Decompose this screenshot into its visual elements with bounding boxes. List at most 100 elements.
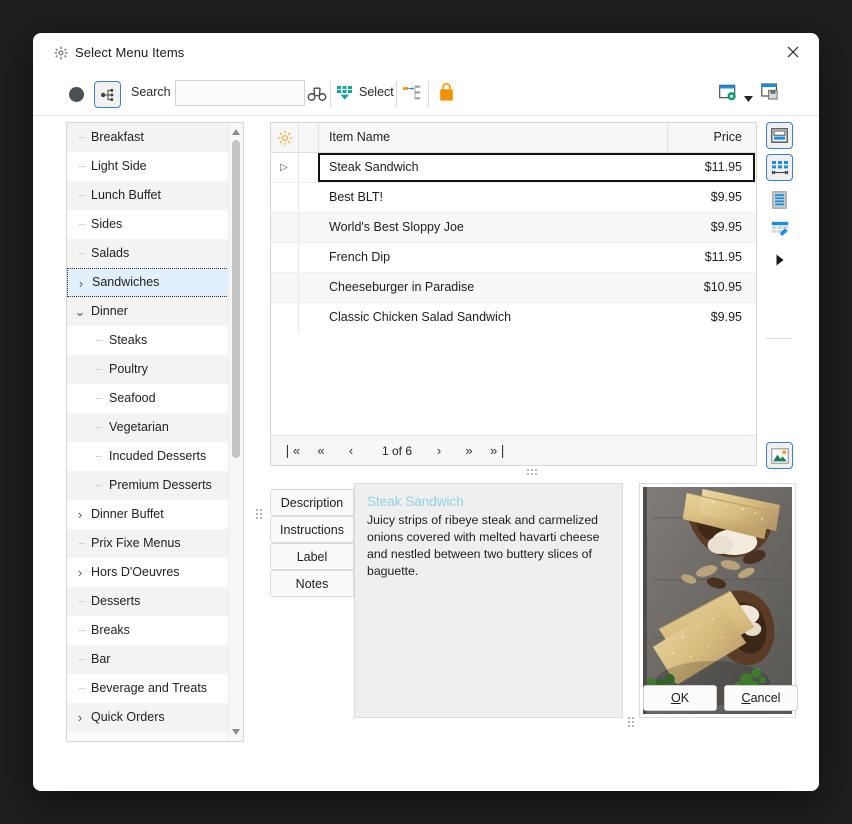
tree-item[interactable]: ⌄Dinner xyxy=(67,297,229,326)
tree-item[interactable]: Vegetarian xyxy=(67,413,229,442)
left-splitter-grip[interactable] xyxy=(256,509,262,519)
column-header-item-name[interactable]: Item Name xyxy=(329,130,390,144)
record-dot-icon[interactable] xyxy=(69,87,84,102)
grid-pager: ❘« « ‹ 1 of 6 › » »❘ xyxy=(271,435,756,465)
pager-prev-block-button[interactable]: « xyxy=(309,436,333,465)
layout-grid-view-button[interactable] xyxy=(766,154,793,181)
row-indicator-cell xyxy=(271,183,299,212)
tree-item-label: Seafood xyxy=(109,384,156,413)
pager-next-block-button[interactable]: » xyxy=(457,436,481,465)
tree-item-label: Light Side xyxy=(91,152,147,181)
ok-button[interactable]: OK xyxy=(643,685,717,711)
main-toolbar: Search Select xyxy=(33,73,819,116)
column-header-price[interactable]: Price xyxy=(714,130,742,144)
table-row[interactable]: Best BLT!$9.95 xyxy=(271,183,756,213)
select-menu-items-dialog: Select Menu Items Search xyxy=(33,33,819,791)
close-icon[interactable] xyxy=(775,37,811,67)
tab-notes[interactable]: Notes xyxy=(270,570,354,597)
chevron-down-icon[interactable]: ⌄ xyxy=(73,297,87,326)
window-settings-icon[interactable] xyxy=(719,84,739,103)
pager-next-button[interactable]: › xyxy=(427,436,451,465)
tree-item[interactable]: Steaks xyxy=(67,326,229,355)
chevron-right-icon[interactable]: › xyxy=(73,500,87,529)
tree-item[interactable]: Breaks xyxy=(67,616,229,645)
pager-last-button[interactable]: »❘ xyxy=(487,436,511,465)
chevron-down-icon[interactable] xyxy=(744,91,753,105)
menu-category-tree[interactable]: BreakfastLight SideLunch BuffetSidesSala… xyxy=(66,122,244,742)
cancel-button[interactable]: Cancel xyxy=(724,685,798,711)
tab-instructions[interactable]: Instructions xyxy=(270,516,354,543)
menu-category-tree-list: BreakfastLight SideLunch BuffetSidesSala… xyxy=(67,123,229,741)
pager-prev-button[interactable]: ‹ xyxy=(339,436,363,465)
detail-splitter-grip[interactable] xyxy=(628,717,634,727)
tree-item[interactable]: Sides xyxy=(67,210,229,239)
toolbar-separator xyxy=(396,81,397,107)
layout-list-view-button[interactable] xyxy=(766,186,793,213)
side-buttons-divider xyxy=(766,338,792,339)
tree-item-label: Quick Orders xyxy=(91,703,165,732)
hierarchy-icon[interactable] xyxy=(403,85,423,103)
tree-item-label: Breakfast xyxy=(91,123,144,152)
scroll-down-arrow-icon[interactable] xyxy=(229,725,243,739)
tree-item[interactable]: ›Hors D'Oeuvres xyxy=(67,558,229,587)
tree-item-label: Breaks xyxy=(91,616,130,645)
tree-connector xyxy=(96,369,102,370)
tree-item-label: Prix Fixe Menus xyxy=(91,529,181,558)
sun-icon xyxy=(277,130,293,146)
table-row[interactable]: ▷Steak Sandwich$11.95 xyxy=(271,153,756,183)
tab-description[interactable]: Description xyxy=(270,489,354,516)
grid-empty-area xyxy=(271,332,756,436)
binoculars-icon[interactable] xyxy=(305,83,329,105)
tree-connector xyxy=(79,630,85,631)
expand-side-panel-button[interactable] xyxy=(766,246,793,273)
tree-item[interactable]: Lunch Buffet xyxy=(67,181,229,210)
row-indicator-cell xyxy=(271,213,299,242)
chevron-right-icon[interactable]: › xyxy=(73,703,87,732)
table-row[interactable]: Classic Chicken Salad Sandwich$9.95 xyxy=(271,303,756,333)
tree-item[interactable]: Incuded Desserts xyxy=(67,442,229,471)
tree-item[interactable]: ›Quick Orders xyxy=(67,703,229,732)
tree-item[interactable]: Light Side xyxy=(67,152,229,181)
tree-item[interactable]: Desserts xyxy=(67,587,229,616)
tree-scrollbar[interactable] xyxy=(228,123,243,741)
tree-item[interactable]: Seafood xyxy=(67,384,229,413)
shopping-bag-icon[interactable] xyxy=(438,83,456,103)
chevron-right-icon[interactable]: › xyxy=(73,558,87,587)
tree-item[interactable]: Bar xyxy=(67,645,229,674)
row-indicator-cell xyxy=(271,243,299,272)
tree-connector xyxy=(79,137,85,138)
pager-first-button[interactable]: ❘« xyxy=(279,436,303,465)
tree-connector xyxy=(96,456,102,457)
tree-item[interactable]: Prix Fixe Menus xyxy=(67,529,229,558)
search-input[interactable] xyxy=(175,80,305,106)
tree-item[interactable]: Breakfast xyxy=(67,123,229,152)
table-row[interactable]: Cheeseburger in Paradise$10.95 xyxy=(271,273,756,303)
window-save-icon[interactable] xyxy=(761,83,781,103)
layout-single-view-button[interactable] xyxy=(766,122,793,149)
grid-splitter-grip[interactable] xyxy=(527,469,537,475)
tree-item[interactable]: ›Dinner Buffet xyxy=(67,500,229,529)
select-button-label[interactable]: Select xyxy=(359,85,394,99)
tree-connector xyxy=(79,601,85,602)
tree-item[interactable]: ›Sandwiches xyxy=(67,268,229,297)
tab-label[interactable]: Label xyxy=(270,543,354,570)
pager-position-label: 1 of 6 xyxy=(369,436,425,465)
gear-icon xyxy=(54,46,68,60)
table-row[interactable]: World's Best Sloppy Joe$9.95 xyxy=(271,213,756,243)
grid-customize-button[interactable] xyxy=(766,216,793,243)
chevron-right-icon[interactable]: › xyxy=(74,269,88,298)
tree-item[interactable]: Premium Desserts xyxy=(67,471,229,500)
tree-item[interactable]: Beverage and Treats xyxy=(67,674,229,703)
grid-rows-container: ▷Steak Sandwich$11.95Best BLT!$9.95World… xyxy=(271,153,756,333)
tree-item[interactable]: Salads xyxy=(67,239,229,268)
tree-scroll-thumb[interactable] xyxy=(232,140,240,458)
grid-filter-icon[interactable] xyxy=(336,84,356,104)
scroll-up-arrow-icon[interactable] xyxy=(229,125,243,139)
table-row[interactable]: French Dip$11.95 xyxy=(271,243,756,273)
show-image-button[interactable] xyxy=(766,442,793,469)
tree-item-label: Lunch Buffet xyxy=(91,181,161,210)
tree-item[interactable]: Poultry xyxy=(67,355,229,384)
steak-sandwich-photo xyxy=(643,487,792,714)
menu-items-grid[interactable]: Item Name Price ▷Steak Sandwich$11.95Bes… xyxy=(270,122,757,466)
node-tree-icon[interactable] xyxy=(94,81,121,108)
